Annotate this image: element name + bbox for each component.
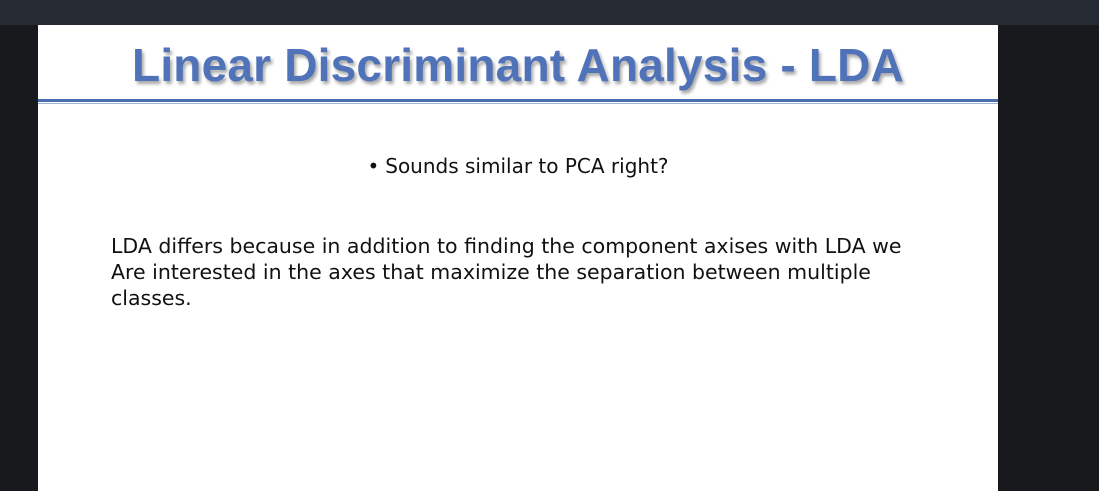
title-underline	[38, 99, 998, 102]
body-line-2: Are interested in the axes that maximize…	[111, 260, 871, 284]
bullet-text: Sounds similar to PCA right?	[385, 154, 669, 178]
slide-title: Linear Discriminant Analysis - LDA	[132, 39, 904, 91]
body-line-1: LDA differs because in addition to findi…	[111, 234, 902, 258]
bullet-item: • Sounds similar to PCA right?	[38, 153, 998, 179]
body-line-3: classes.	[111, 286, 192, 310]
top-bar	[0, 0, 1099, 25]
right-margin	[998, 25, 1099, 491]
body-paragraph: LDA differs because in addition to findi…	[111, 233, 971, 311]
title-underline-thin	[38, 103, 998, 104]
slide: Linear Discriminant Analysis - LDA • Soun…	[38, 25, 998, 491]
bullet-dot: •	[367, 154, 380, 178]
left-margin	[0, 25, 38, 491]
